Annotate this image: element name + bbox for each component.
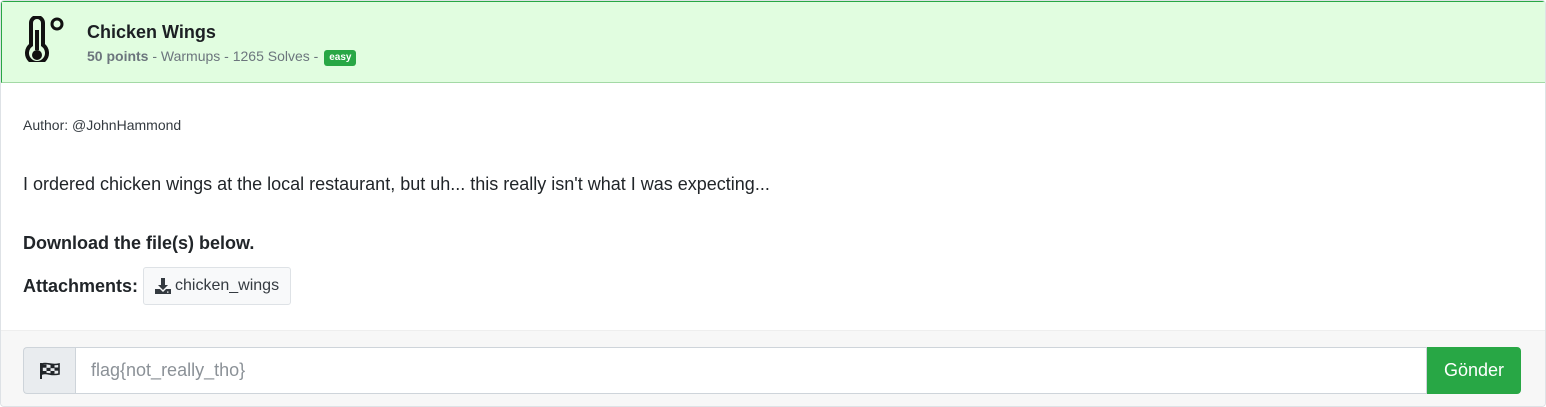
- attachments-label: Attachments:: [23, 275, 139, 296]
- download-note: Download the file(s) below.: [23, 233, 255, 253]
- attachment-download-button[interactable]: chicken_wings: [143, 267, 292, 305]
- thermometer-icon: [25, 16, 64, 62]
- download-icon: [155, 278, 172, 294]
- flag-input-group: Gönder: [23, 347, 1521, 394]
- checkered-flag-icon: [39, 362, 60, 379]
- flag-submission-bar: Gönder: [1, 330, 1545, 406]
- challenge-title: Chicken Wings: [87, 22, 216, 42]
- challenge-meta: 50 points - Warmups - 1265 Solves - easy: [87, 48, 357, 66]
- challenge-description: I ordered chicken wings at the local res…: [23, 174, 770, 194]
- difficulty-badge: easy: [324, 50, 357, 66]
- category-label: - Warmups -: [152, 48, 229, 64]
- attachment-filename: chicken_wings: [175, 277, 280, 294]
- challenge-header: Chicken Wings 50 points - Warmups - 1265…: [1, 1, 1545, 83]
- submit-button[interactable]: Gönder: [1427, 347, 1521, 394]
- flag-input[interactable]: [75, 347, 1427, 394]
- attachments-row: Attachments: chicken_wings: [23, 267, 292, 305]
- author-line: Author: @JohnHammond: [23, 117, 182, 133]
- flag-input-prepend: [23, 347, 75, 394]
- points-value: 50 points: [87, 48, 149, 64]
- challenge-card: Chicken Wings 50 points - Warmups - 1265…: [0, 0, 1546, 407]
- solves-count: 1265 Solves -: [232, 48, 319, 64]
